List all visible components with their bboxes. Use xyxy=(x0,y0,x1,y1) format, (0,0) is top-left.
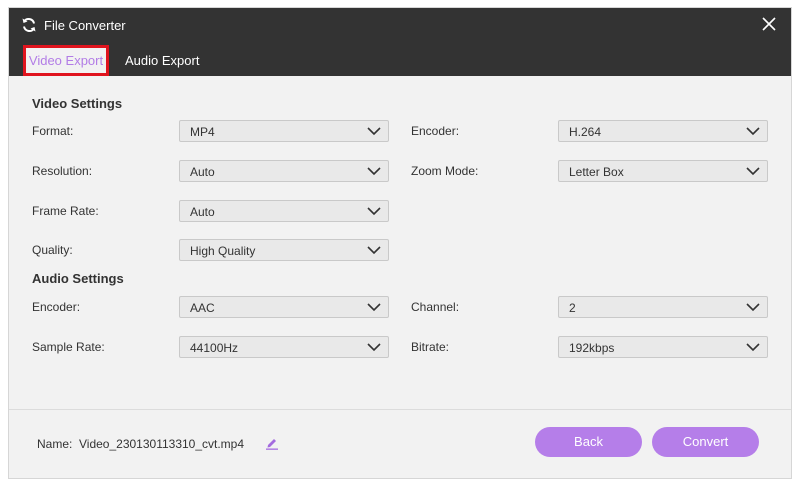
chevron-down-icon xyxy=(367,207,381,216)
chevron-down-icon xyxy=(746,167,760,176)
video-settings-title: Video Settings xyxy=(32,96,123,111)
resolution-value: Auto xyxy=(190,165,215,179)
channel-label: Channel: xyxy=(411,300,460,314)
chevron-down-icon xyxy=(367,303,381,312)
bitrate-value: 192kbps xyxy=(569,341,615,355)
video-encoder-select[interactable]: H.264 xyxy=(558,120,768,142)
convert-button[interactable]: Convert xyxy=(652,427,759,457)
chevron-down-icon xyxy=(367,167,381,176)
bitrate-select[interactable]: 192kbps xyxy=(558,336,768,358)
title-bar: File Converter Video Export Audio Export xyxy=(9,8,791,76)
quality-label: Quality: xyxy=(32,243,73,257)
chevron-down-icon xyxy=(367,343,381,352)
sample-rate-select[interactable]: 44100Hz xyxy=(179,336,389,358)
window-title: File Converter xyxy=(44,18,126,33)
quality-value: High Quality xyxy=(190,244,256,258)
quality-select[interactable]: High Quality xyxy=(179,239,389,261)
format-value: MP4 xyxy=(190,125,215,139)
tab-video-export[interactable]: Video Export xyxy=(23,45,109,76)
output-file-name: Video_230130113310_cvt.mp4 xyxy=(79,437,245,451)
chevron-down-icon xyxy=(367,246,381,255)
format-select[interactable]: MP4 xyxy=(179,120,389,142)
resolution-select[interactable]: Auto xyxy=(179,160,389,182)
refresh-icon xyxy=(22,18,36,32)
chevron-down-icon xyxy=(746,303,760,312)
chevron-down-icon xyxy=(367,127,381,136)
zoom-mode-select[interactable]: Letter Box xyxy=(558,160,768,182)
tab-audio-export[interactable]: Audio Export xyxy=(125,45,199,76)
sample-rate-label: Sample Rate: xyxy=(32,340,105,354)
resolution-label: Resolution: xyxy=(32,164,93,178)
frame-rate-select[interactable]: Auto xyxy=(179,200,389,222)
video-encoder-value: H.264 xyxy=(569,125,602,139)
name-label: Name: xyxy=(37,437,73,451)
audio-encoder-select[interactable]: AAC xyxy=(179,296,389,318)
audio-encoder-value: AAC xyxy=(190,301,215,315)
audio-settings-title: Audio Settings xyxy=(32,271,124,286)
chevron-down-icon xyxy=(746,343,760,352)
bitrate-label: Bitrate: xyxy=(411,340,450,354)
pencil-edit-icon[interactable] xyxy=(265,436,279,450)
file-converter-window: File Converter Video Export Audio Export… xyxy=(9,8,791,478)
video-encoder-label: Encoder: xyxy=(411,124,460,138)
channel-value: 2 xyxy=(569,301,576,315)
zoom-mode-value: Letter Box xyxy=(569,165,624,179)
zoom-mode-label: Zoom Mode: xyxy=(411,164,479,178)
footer-divider xyxy=(9,409,791,410)
frame-rate-value: Auto xyxy=(190,205,215,219)
chevron-down-icon xyxy=(746,127,760,136)
back-button[interactable]: Back xyxy=(535,427,642,457)
audio-encoder-label: Encoder: xyxy=(32,300,81,314)
channel-select[interactable]: 2 xyxy=(558,296,768,318)
sample-rate-value: 44100Hz xyxy=(190,341,239,355)
format-label: Format: xyxy=(32,124,74,138)
frame-rate-label: Frame Rate: xyxy=(32,204,99,218)
close-icon[interactable] xyxy=(759,14,779,34)
